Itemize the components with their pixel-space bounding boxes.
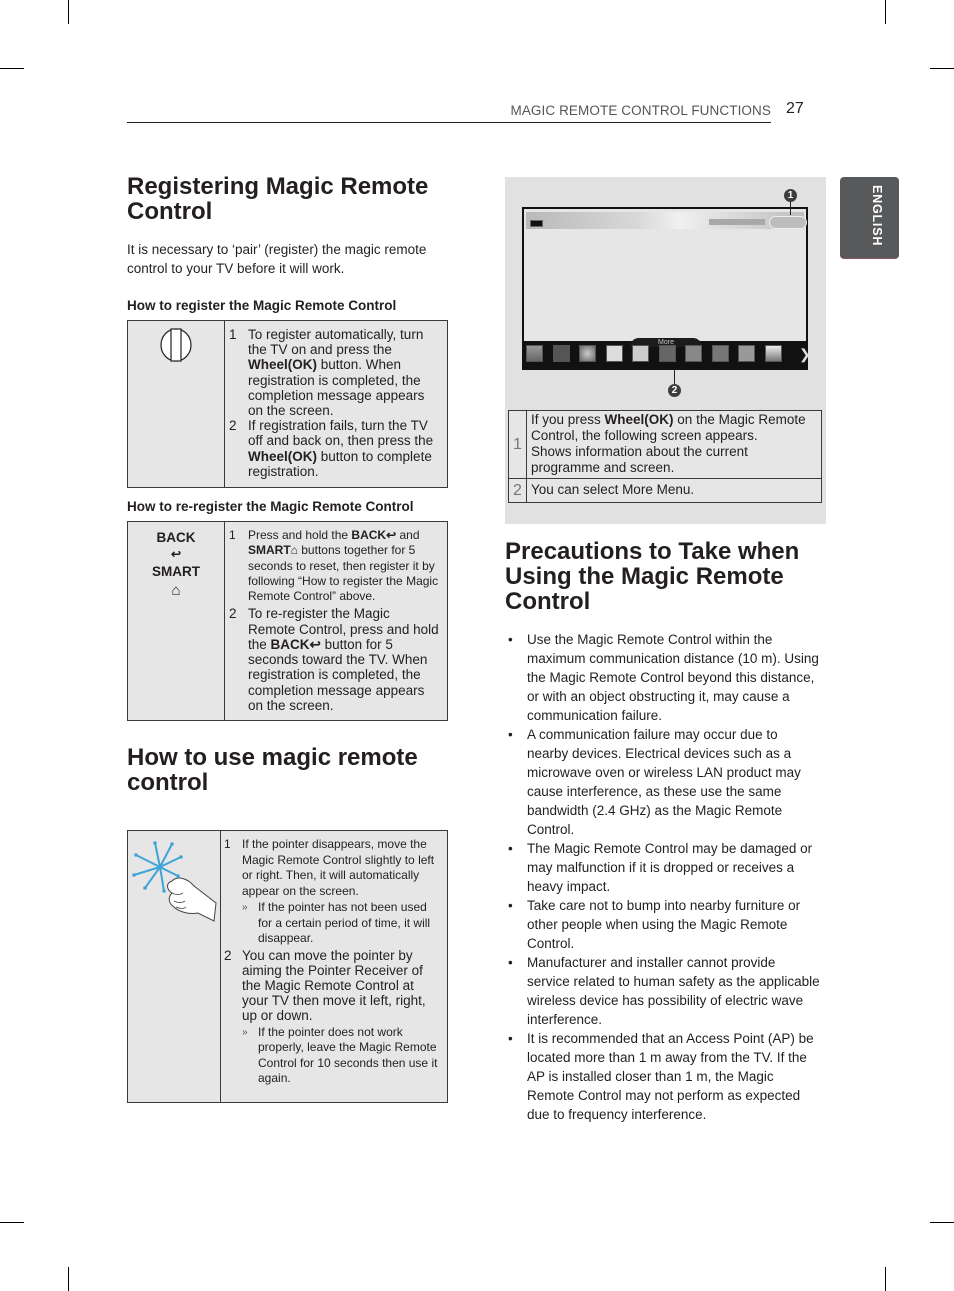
callout-leader bbox=[674, 370, 675, 384]
crop-mark bbox=[885, 1267, 887, 1291]
registering-title: Registering Magic Remote Control bbox=[127, 173, 429, 225]
back-icon: ↩ bbox=[386, 528, 397, 542]
register-step: 1 To register automatically, turn the TV … bbox=[229, 327, 425, 419]
language-tab: ENGLISH bbox=[840, 177, 899, 259]
tv-guide-icon[interactable] bbox=[632, 345, 649, 362]
register-steps-cell: 1 To register automatically, turn the TV … bbox=[224, 320, 448, 488]
howto-title: How to use magic remote control bbox=[127, 744, 418, 796]
user-guide-icon[interactable] bbox=[738, 345, 755, 362]
back-icon: ↩ bbox=[309, 636, 321, 652]
info-bar bbox=[526, 212, 807, 229]
smart-key-label: SMART bbox=[152, 564, 200, 579]
picture-icon[interactable] bbox=[764, 345, 782, 362]
reregister-step: 2 To re-register the Magic Remote Control… bbox=[229, 606, 439, 713]
home-icon: ⌂ bbox=[290, 543, 298, 558]
register-step: 2 If registration fails, turn the TV off … bbox=[229, 418, 434, 479]
reregister-steps-cell: 1 Press and hold the BACK↩ and SMART⌂ but… bbox=[224, 521, 448, 721]
callout-2: 2 bbox=[668, 384, 681, 397]
reregister-table: BACK ↩ SMART ⌂ 1 Press and hold the BACK↩… bbox=[127, 521, 448, 721]
reregister-keys-cell: BACK ↩ SMART ⌂ bbox=[127, 521, 225, 721]
crop-mark bbox=[68, 1267, 70, 1291]
language-label: ENGLISH bbox=[870, 185, 884, 247]
back-key-label: BACK bbox=[156, 530, 196, 545]
hand-pointer-motion-icon bbox=[132, 841, 217, 922]
precautions-title: Precautions to Take when Using the Magic… bbox=[505, 538, 800, 615]
search-icon[interactable] bbox=[605, 345, 623, 362]
legend-row: 2 You can select More Menu. bbox=[508, 478, 822, 503]
timer-icon[interactable] bbox=[685, 345, 702, 362]
precaution-item: • The Magic Remote Control may be damaged… bbox=[508, 841, 813, 894]
register-icon-cell bbox=[127, 320, 225, 488]
running-header: MAGIC REMOTE CONTROL FUNCTIONS bbox=[127, 101, 771, 123]
tv-screen-area bbox=[524, 209, 807, 341]
crop-mark bbox=[0, 68, 24, 70]
howto-step: 1 If the pointer disappears, move the Ma… bbox=[224, 837, 439, 947]
page-number: 27 bbox=[786, 100, 804, 117]
howto-note: » If the pointer does not work properly, … bbox=[242, 1024, 438, 1086]
home-icon: ⌂ bbox=[171, 582, 181, 599]
howto-icon-cell bbox=[127, 830, 221, 1103]
callout-leader bbox=[790, 202, 791, 215]
input-icon[interactable] bbox=[526, 345, 543, 362]
crop-mark bbox=[0, 1222, 24, 1224]
chevron-right-icon[interactable]: ❯ bbox=[799, 347, 811, 361]
howto-step: 2 You can move the pointer by aiming the… bbox=[224, 947, 438, 1086]
reregister-heading: How to re-register the Magic Remote Cont… bbox=[127, 499, 414, 514]
precaution-item: • Take care not to bump into nearby furni… bbox=[508, 898, 801, 951]
precaution-item: • It is recommended that an Access Point … bbox=[508, 1031, 814, 1122]
callout-1: 1 bbox=[784, 189, 797, 202]
registering-intro: It is necessary to ‘pair’ (register) the… bbox=[127, 242, 427, 276]
register-steps: 1 To register automatically, turn the TV … bbox=[229, 327, 439, 479]
precaution-item: • Use the Magic Remote Control within the… bbox=[508, 632, 819, 723]
howto-steps-cell: 1 If the pointer disappears, move the Ma… bbox=[220, 830, 448, 1103]
section-title: MAGIC REMOTE CONTROL FUNCTIONS bbox=[510, 103, 771, 118]
settings-icon[interactable] bbox=[552, 345, 570, 362]
register-table: 1 To register automatically, turn the TV … bbox=[127, 320, 448, 488]
programme-info bbox=[709, 219, 765, 225]
precaution-item: • Manufacturer and installer cannot provi… bbox=[508, 955, 820, 1027]
info-pill-button[interactable] bbox=[769, 216, 807, 229]
more-menu-bar bbox=[526, 345, 806, 363]
crop-mark bbox=[885, 0, 887, 24]
smartshare-icon[interactable] bbox=[658, 345, 676, 362]
crop-mark bbox=[68, 0, 70, 24]
legend-row: 1 If you press Wheel(OK) on the Magic Re… bbox=[508, 410, 822, 479]
howto-note: » If the pointer has not been used for a … bbox=[242, 900, 431, 945]
channel-badge bbox=[530, 220, 543, 227]
reregister-step: 1 Press and hold the BACK↩ and SMART⌂ but… bbox=[229, 528, 439, 604]
register-heading: How to register the Magic Remote Control bbox=[127, 298, 397, 313]
channel-icon[interactable] bbox=[711, 345, 729, 362]
precaution-item: • A communication failure may occur due t… bbox=[508, 727, 801, 837]
howto-table: 1 If the pointer disappears, move the Ma… bbox=[127, 830, 448, 1103]
wheel-ok-button-icon bbox=[160, 328, 192, 362]
internet-icon[interactable] bbox=[579, 345, 596, 362]
tv-screen: More ❯ bbox=[522, 207, 811, 370]
back-icon: ↩ bbox=[170, 547, 182, 561]
screen-legend-table: 1 If you press Wheel(OK) on the Magic Re… bbox=[508, 410, 822, 503]
crop-mark bbox=[930, 68, 954, 70]
precautions-list: • Use the Magic Remote Control within the… bbox=[505, 630, 820, 1124]
reregister-steps: 1 Press and hold the BACK↩ and SMART⌂ but… bbox=[229, 528, 439, 713]
crop-mark bbox=[930, 1222, 954, 1224]
howto-steps: 1 If the pointer disappears, move the Ma… bbox=[224, 837, 439, 1087]
